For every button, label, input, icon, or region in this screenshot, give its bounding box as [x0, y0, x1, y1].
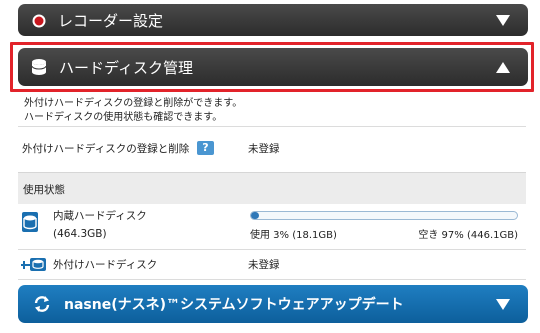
internal-hdd-name: 内蔵ハードディスク	[53, 210, 147, 222]
software-update-title: nasne(ナスネ)™システムソフトウェアアップデート	[64, 297, 404, 313]
description-line-2: ハードディスクの使用状態も確認できます。	[24, 112, 223, 123]
usage-progress-fill	[251, 212, 259, 219]
record-icon	[32, 13, 46, 28]
external-register-label: 外付けハードディスクの登録と削除	[22, 143, 190, 155]
external-register-row[interactable]: 外付けハードディスクの登録と削除 ? 未登録	[18, 126, 526, 170]
help-icon[interactable]: ?	[197, 141, 214, 155]
update-icon	[32, 294, 52, 314]
highlight-frame	[10, 42, 534, 92]
recorder-settings-title: レコーダー設定	[58, 11, 164, 30]
external-register-value: 未登録	[248, 143, 280, 155]
rows-bottom-border	[18, 279, 526, 280]
usage-section-header: 使用状態	[18, 172, 526, 204]
external-hdd-name: 外付けハードディスク	[53, 259, 158, 271]
usage-section-title: 使用状態	[23, 184, 65, 196]
description-line-1: 外付けハードディスクの登録と削除ができます。	[24, 98, 243, 109]
hdd-icon	[21, 211, 39, 233]
free-text: 空き 97% (446.1GB)	[418, 230, 518, 241]
usage-progress-bar	[250, 211, 518, 220]
external-hdd-row: 外付けハードディスク 未登録	[18, 249, 526, 279]
recorder-settings-header[interactable]: レコーダー設定	[18, 4, 528, 36]
chevron-down-icon	[496, 298, 510, 310]
external-hdd-value: 未登録	[248, 259, 280, 271]
chevron-down-icon	[496, 14, 510, 26]
internal-hdd-capacity: (464.3GB)	[53, 228, 107, 240]
software-update-header[interactable]: nasne(ナスネ)™システムソフトウェアアップデート	[18, 285, 528, 323]
external-hdd-icon	[20, 255, 48, 273]
used-text: 使用 3% (18.1GB)	[250, 230, 337, 241]
